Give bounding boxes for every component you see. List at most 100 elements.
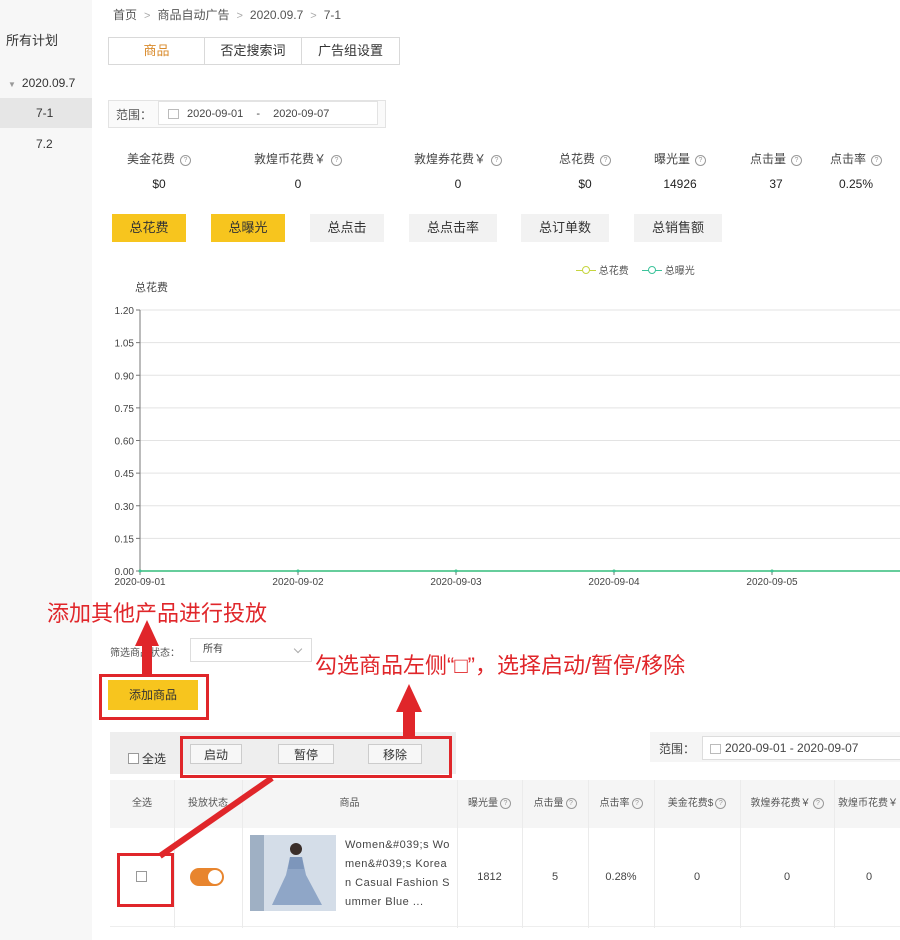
th-label: 点击量 <box>533 798 564 809</box>
x-tick-label: 2020-09-04 <box>588 577 640 588</box>
metric-button-total-ctr[interactable]: 总点击率 <box>409 214 497 242</box>
legend-label: 总曝光 <box>664 266 695 277</box>
y-tick-label: 1.05 <box>115 339 135 350</box>
metric-button-total-clicks[interactable]: 总点击 <box>310 214 384 242</box>
th-select-all[interactable]: 全选 <box>110 780 174 828</box>
series-point-2 <box>612 569 616 573</box>
table-range-label: 范围： <box>659 742 696 756</box>
annotation-add-products: 添加其他产品进行投放 <box>47 601 268 626</box>
sidebar-group-label: 2020.09.7 <box>21 76 76 90</box>
breadcrumb: 首页 > 商品自动广告 >2020.09.7 >7-1 <box>113 6 341 23</box>
date-range-input[interactable]: 2020-09-01 - 2020-09-07 <box>158 101 378 125</box>
x-tick-label: 2020-09-03 <box>430 577 482 588</box>
help-icon[interactable]: ? <box>180 155 191 166</box>
tab-negative-keywords[interactable]: 否定搜索词 <box>205 38 302 64</box>
product-thumbnail[interactable] <box>250 835 336 911</box>
table-date-range-input[interactable]: 2020-09-01 - 2020-09-07 <box>702 736 900 760</box>
metric-label: 曝光量 <box>653 152 690 166</box>
legend-item-impressions[interactable]: 总曝光 <box>642 262 695 277</box>
annotation-box-checkbox <box>117 853 174 907</box>
caret-down-icon: ▼ <box>8 80 16 89</box>
help-icon[interactable]: ? <box>565 798 577 809</box>
annotation-select-products: 勾选商品左侧“□”，选择启动/暂停/移除 <box>315 653 686 678</box>
help-icon[interactable]: ? <box>600 155 611 166</box>
th-clicks: 点击量? <box>522 780 588 828</box>
table-range-value: 2020-09-01 - 2020-09-07 <box>725 741 859 755</box>
metric-ctr: 点击率? 0.25% <box>800 150 900 191</box>
range-end: 2020-09-07 <box>273 108 330 120</box>
series-point-2 <box>296 569 300 573</box>
chart-ylabel: 总花费 <box>135 282 168 294</box>
tab-bar: 商品 否定搜索词 广告组设置 <box>108 37 400 65</box>
metric-dhcoin-spend: 敦煌币花费￥? 0 <box>238 150 358 191</box>
help-icon[interactable]: ? <box>812 798 824 809</box>
chevron-right-icon: > <box>236 10 243 22</box>
range-separator: - <box>256 108 261 120</box>
metric-label: 点击率 <box>829 152 866 166</box>
legend-item-spend[interactable]: 总花费 <box>576 262 629 277</box>
help-icon[interactable]: ? <box>695 155 706 166</box>
range-label: 范围： <box>116 108 153 122</box>
series-point-2 <box>138 569 142 573</box>
calendar-icon <box>710 744 721 754</box>
legend-marker-icon <box>576 265 596 275</box>
breadcrumb-plan[interactable]: 2020.09.7 <box>250 8 303 22</box>
chevron-down-icon <box>293 644 303 654</box>
sidebar: 所有计划 ▼ 2020.09.7 7-1 7.2 <box>0 0 92 940</box>
annotation-box-add <box>99 674 209 720</box>
chevron-right-icon: > <box>310 10 317 22</box>
metric-button-total-sales[interactable]: 总销售额 <box>634 214 722 242</box>
cell-coin-spend: 0 <box>865 871 873 883</box>
help-icon[interactable]: ? <box>631 798 643 809</box>
breadcrumb-auto-ads[interactable]: 商品自动广告 <box>157 8 229 22</box>
metric-button-total-spend[interactable]: 总花费 <box>112 214 186 242</box>
series-point-2 <box>454 569 458 573</box>
sidebar-title: 所有计划 <box>6 33 59 48</box>
filter-value: 所有 <box>203 644 223 655</box>
metric-button-total-orders[interactable]: 总订单数 <box>521 214 609 242</box>
status-filter-select[interactable]: 所有 <box>190 638 312 662</box>
metric-value: 0 <box>294 177 302 191</box>
calendar-icon <box>168 109 179 119</box>
metric-label: 敦煌券花费￥ <box>413 152 486 166</box>
breadcrumb-home[interactable]: 首页 <box>113 8 137 22</box>
th-ctr: 点击率? <box>588 780 654 828</box>
product-name[interactable]: Women&#039;s Women&#039;s Korean Casual … <box>345 836 451 912</box>
metric-usd-spend: 美金花费? $0 <box>99 150 219 191</box>
metric-label: 美金花费 <box>126 152 175 166</box>
tab-adgroup-settings[interactable]: 广告组设置 <box>302 38 399 64</box>
th-label: 敦煌券花费￥ <box>750 798 811 809</box>
range-start: 2020-09-01 <box>187 108 244 120</box>
checkbox-icon[interactable] <box>128 753 139 764</box>
status-toggle[interactable] <box>190 868 224 886</box>
th-impressions: 曝光量? <box>457 780 522 828</box>
x-tick-label: 2020-09-05 <box>746 577 798 588</box>
help-icon[interactable]: ? <box>715 798 727 809</box>
metric-value: 0.25% <box>838 177 874 191</box>
legend-marker-icon <box>642 265 662 275</box>
metric-label: 点击量 <box>749 152 786 166</box>
y-tick-label: 0.60 <box>115 437 135 448</box>
chevron-right-icon: > <box>144 10 151 22</box>
sidebar-group-2020-09-7[interactable]: ▼ 2020.09.7 <box>8 76 75 90</box>
help-icon[interactable]: ? <box>500 798 511 809</box>
series-point-2 <box>770 569 774 573</box>
x-tick-label: 2020-09-02 <box>272 577 324 588</box>
th-usd-spend: 美金花费$? <box>654 780 740 828</box>
metric-button-total-impressions[interactable]: 总曝光 <box>211 214 285 242</box>
select-all-label: 全选 <box>142 752 167 766</box>
help-icon[interactable]: ? <box>491 155 502 166</box>
sidebar-item-7-1[interactable]: 7-1 <box>0 98 92 128</box>
tab-products[interactable]: 商品 <box>109 38 205 64</box>
select-all-bulk[interactable]: 全选 <box>128 750 166 767</box>
filter-label: 筛选商品状态： <box>110 648 180 659</box>
metric-value: 0 <box>454 177 462 191</box>
help-icon[interactable]: ? <box>871 155 882 166</box>
th-status: 投放状态 <box>188 798 228 809</box>
sidebar-item-7-2[interactable]: 7.2 <box>0 129 92 159</box>
th-product: 商品 <box>339 798 360 809</box>
help-icon[interactable]: ? <box>331 155 342 166</box>
th-coin-spend: 敦煌币花费￥ <box>838 798 898 809</box>
cell-ctr: 0.28% <box>605 871 637 883</box>
line-chart: 0.000.150.300.450.600.750.901.051.202020… <box>114 306 900 588</box>
